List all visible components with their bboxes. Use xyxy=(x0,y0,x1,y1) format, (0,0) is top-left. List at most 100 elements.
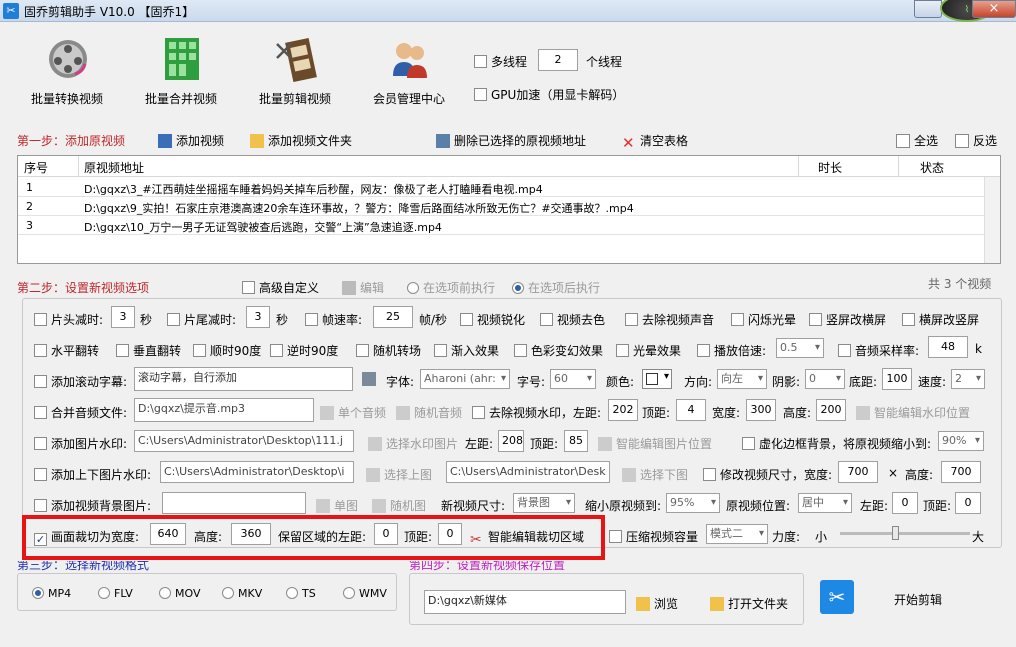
color-effect-checkbox[interactable]: 色彩变幻效果 xyxy=(514,342,603,359)
img-left-input[interactable]: 208 xyxy=(498,430,524,452)
pos-left-input[interactable]: 0 xyxy=(892,492,918,514)
advanced-checkbox[interactable]: 高级自定义 xyxy=(242,279,319,296)
resize-video-checkbox[interactable]: 修改视频尺寸，宽度: xyxy=(703,466,832,483)
bottom-image-path[interactable]: C:\Users\Administrator\Desk xyxy=(446,461,610,483)
desaturate-checkbox[interactable]: 视频去色 xyxy=(540,311,605,328)
table-row[interactable]: 3 D:\gqxz\10_万宁一男子无证驾驶被查后逃跑，交警“上演”急速追逐.mp… xyxy=(18,216,984,235)
random-audio-button[interactable]: 随机音频 xyxy=(396,404,462,421)
format-mp4-radio[interactable]: MP4 xyxy=(32,587,71,600)
choose-top-image-button[interactable]: 选择上图 xyxy=(366,466,432,483)
background-image-path[interactable] xyxy=(162,492,306,514)
color-picker[interactable]: ▾ xyxy=(642,369,672,389)
fade-in-checkbox[interactable]: 渐入效果 xyxy=(434,342,499,359)
strength-slider[interactable] xyxy=(840,526,970,540)
image-watermark-path[interactable]: C:\Users\Administrator\Desktop\111.j xyxy=(134,430,354,452)
bottom-margin-input[interactable]: 100 xyxy=(882,368,912,390)
playback-speed-select[interactable]: 0.5 xyxy=(776,338,824,358)
background-image-checkbox[interactable]: 添加视频背景图片: xyxy=(34,497,151,514)
minimize-button[interactable] xyxy=(914,0,942,18)
run-after-radio[interactable]: 在选项后执行 xyxy=(512,279,600,296)
invert-select-button[interactable]: 反选 xyxy=(955,132,997,149)
batch-convert-button[interactable]: 批量转换视频 xyxy=(17,36,117,136)
head-cut-input[interactable]: 3 xyxy=(111,306,135,328)
ccw90-checkbox[interactable]: 逆时90度 xyxy=(270,342,338,359)
member-center-button[interactable]: 会员管理中心 xyxy=(359,36,459,136)
delete-selected-button[interactable]: 删除已选择的原视频地址 xyxy=(436,132,586,149)
random-image-button[interactable]: 随机图 xyxy=(372,497,426,514)
wm-top-input[interactable]: 4 xyxy=(676,399,706,421)
head-cut-checkbox[interactable]: 片头减时: xyxy=(34,311,103,328)
fps-input[interactable]: 25 xyxy=(373,306,413,328)
v2h-checkbox[interactable]: 竖屏改横屏 xyxy=(809,311,886,328)
clear-table-button[interactable]: ✕ 清空表格 xyxy=(622,132,688,151)
new-size-select[interactable]: 背景图 xyxy=(513,493,575,513)
format-mov-radio[interactable]: MOV xyxy=(159,587,200,600)
resize-width-input[interactable]: 700 xyxy=(838,461,878,483)
direction-select[interactable]: 向左 xyxy=(717,369,767,389)
format-ts-radio[interactable]: TS xyxy=(286,587,316,600)
video-table[interactable]: 序号 原视频地址 时长 状态 1 D:\gqxz\3_#江西萌娃坐摇摇车睡着妈妈关… xyxy=(17,155,1001,264)
thread-count-input[interactable]: 2 xyxy=(538,49,578,71)
scroll-speed-select[interactable]: 2 xyxy=(951,369,985,389)
fps-checkbox[interactable]: 帧速率: xyxy=(305,311,362,328)
open-folder-button[interactable]: 打开文件夹 xyxy=(710,595,788,612)
flash-checkbox[interactable]: 闪烁光晕 xyxy=(731,311,796,328)
tail-cut-input[interactable]: 3 xyxy=(246,306,270,328)
add-video-button[interactable]: 添加视频 xyxy=(158,132,224,149)
smart-image-button[interactable]: 智能编辑图片位置 xyxy=(598,435,712,452)
subtitle-settings-icon[interactable] xyxy=(362,372,380,386)
format-flv-radio[interactable]: FLV xyxy=(98,587,133,600)
close-button[interactable]: × xyxy=(972,0,1016,18)
font-select[interactable]: Aharoni (ahr: xyxy=(420,369,510,389)
format-wmv-radio[interactable]: WMV xyxy=(343,587,387,600)
remove-watermark-checkbox[interactable]: 去除视频水印，左距: xyxy=(472,404,601,421)
cw90-checkbox[interactable]: 顺时90度 xyxy=(193,342,261,359)
img-top-input[interactable]: 85 xyxy=(564,430,588,452)
pos-top-input[interactable]: 0 xyxy=(955,492,981,514)
shadow-select[interactable]: 0 xyxy=(805,369,845,389)
start-edit-button[interactable]: 开始剪辑 xyxy=(894,591,942,608)
single-image-button[interactable]: 单图 xyxy=(316,497,358,514)
tail-cut-checkbox[interactable]: 片尾减时: xyxy=(167,311,236,328)
audio-path-input[interactable]: D:\gqxz\提示音.mp3 xyxy=(134,398,314,422)
batch-merge-button[interactable]: 批量合并视频 xyxy=(131,36,231,136)
sample-rate-input[interactable]: 48 xyxy=(928,336,968,358)
wm-height-input[interactable]: 200 xyxy=(816,399,846,421)
top-image-path[interactable]: C:\Users\Administrator\Desktop\i xyxy=(160,461,354,483)
multithread-checkbox[interactable]: 多线程 xyxy=(474,53,527,70)
start-edit-icon[interactable]: ✂ xyxy=(820,580,854,614)
mute-checkbox[interactable]: 去除视频声音 xyxy=(625,311,714,328)
choose-bottom-image-button[interactable]: 选择下图 xyxy=(622,466,688,483)
choose-watermark-image-button[interactable]: 选择水印图片 xyxy=(368,435,458,452)
save-path-input[interactable]: D:\gqxz\新媒体 xyxy=(424,590,626,614)
shrink-select[interactable]: 95% xyxy=(666,493,720,513)
gpu-checkbox[interactable]: GPU加速（用显卡解码） xyxy=(474,86,624,103)
image-watermark-checkbox[interactable]: 添加图片水印: xyxy=(34,435,127,452)
halo-checkbox[interactable]: 光晕效果 xyxy=(616,342,681,359)
table-row[interactable]: 2 D:\gqxz\9_实拍！石家庄京港澳高速20余车连环事故，？警方：降雪后路面… xyxy=(18,197,984,216)
smart-watermark-button[interactable]: 智能编辑水印位置 xyxy=(856,404,970,421)
font-size-select[interactable]: 60 xyxy=(550,369,596,389)
run-before-radio[interactable]: 在选项前执行 xyxy=(407,279,495,296)
hflip-checkbox[interactable]: 水平翻转 xyxy=(34,342,99,359)
add-folder-button[interactable]: 添加视频文件夹 xyxy=(250,132,352,149)
format-mkv-radio[interactable]: MKV xyxy=(222,587,262,600)
browse-button[interactable]: 浏览 xyxy=(636,595,678,612)
random-transition-checkbox[interactable]: 随机转场 xyxy=(356,342,421,359)
table-row[interactable]: 1 D:\gqxz\3_#江西萌娃坐摇摇车睡着妈妈关掉车后秒醒，网友：像极了老人打… xyxy=(18,178,984,197)
position-select[interactable]: 居中 xyxy=(798,493,852,513)
batch-edit-button[interactable]: 批量剪辑视频 xyxy=(245,36,345,136)
playback-speed-checkbox[interactable]: 播放倍速: xyxy=(697,342,766,359)
slider-thumb[interactable] xyxy=(892,526,899,540)
blur-scale-select[interactable]: 90% xyxy=(938,431,984,451)
vertical-scrollbar[interactable] xyxy=(984,177,1000,263)
h2v-checkbox[interactable]: 横屏改竖屏 xyxy=(902,311,979,328)
blur-border-checkbox[interactable]: 虚化边框背景，将原视频缩小到: xyxy=(742,435,931,452)
wm-width-input[interactable]: 300 xyxy=(746,399,776,421)
select-all-button[interactable]: 全选 xyxy=(896,132,938,149)
edit-button[interactable]: 编辑 xyxy=(342,279,384,296)
compress-checkbox[interactable]: 压缩视频容量 xyxy=(609,528,698,545)
scroll-subtitle-checkbox[interactable]: 添加滚动字幕: xyxy=(34,373,127,390)
scroll-subtitle-input[interactable]: 滚动字幕，自行添加 xyxy=(134,367,353,391)
wm-left-input[interactable]: 202 xyxy=(608,399,638,421)
